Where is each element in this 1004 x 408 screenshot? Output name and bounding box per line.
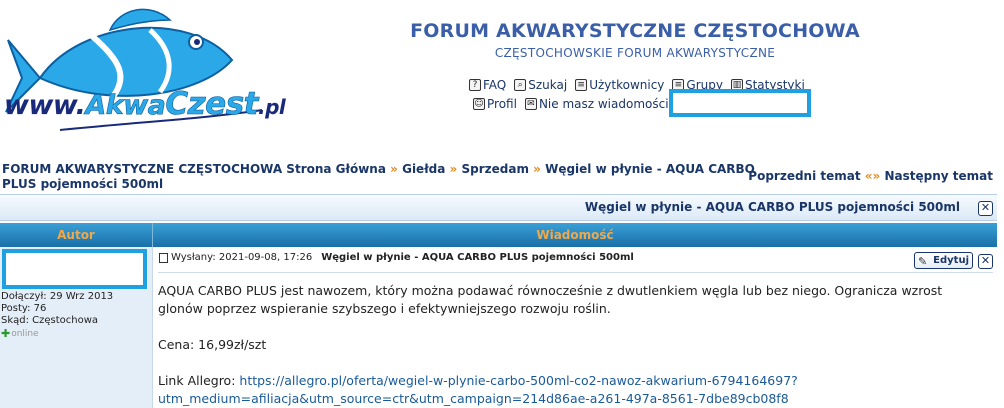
breadcrumb: FORUM AKWARYSTYCZNE CZĘSTOCHOWA Strona G…	[2, 162, 762, 192]
author-joined: Dołączył: 29 Wrz 2013	[1, 291, 114, 302]
next-topic-link[interactable]: Następny temat	[884, 169, 993, 183]
post-date: Wysłany: 2021-09-08, 17:26	[171, 252, 313, 263]
logo-pl: .pl	[257, 95, 286, 119]
post-table-header: Autor Wiadomość	[0, 223, 997, 247]
page-header: www.AkwaCzest.pl FORUM AKWARYSTYCZNE CZĘ…	[0, 0, 1004, 150]
nav-search-label: Szukaj	[528, 78, 568, 92]
online-icon: ✚	[1, 327, 11, 340]
list-icon: ≡	[575, 79, 588, 91]
nav-messages[interactable]: ✉ Nie masz wiadomości	[524, 97, 669, 111]
nav-row-user: ☺ Profil ✉ Nie masz wiadomości	[473, 97, 669, 111]
breadcrumb-separator: »	[533, 162, 541, 176]
question-icon: ?	[469, 79, 481, 91]
edit-button[interactable]: ✎ Edytuj	[914, 252, 973, 269]
message-icon: ✉	[524, 98, 537, 110]
post-divider	[158, 272, 993, 273]
site-title[interactable]: FORUM AKWARYSTYCZNE CZĘSTOCHOWA	[330, 20, 940, 42]
column-author: Autor	[0, 223, 153, 247]
nav-faq-label: FAQ	[483, 78, 507, 92]
post-header: Wysłany: 2021-09-08, 17:26 Węgiel w płyn…	[159, 252, 634, 263]
nav-users[interactable]: ≡ Użytkownicy	[575, 78, 664, 92]
breadcrumb-home[interactable]: FORUM AKWARYSTYCZNE CZĘSTOCHOWA Strona G…	[2, 162, 386, 176]
edit-button-label: Edytuj	[933, 255, 969, 266]
author-status: ✚ online	[1, 328, 113, 340]
site-logo[interactable]: www.AkwaCzest.pl	[0, 0, 286, 140]
breadcrumb-separator: »	[390, 162, 398, 176]
nav-users-label: Użytkownicy	[589, 78, 665, 92]
topic-title[interactable]: Węgiel w płynie - AQUA CARBO PLUS pojemn…	[585, 200, 960, 214]
author-location: Skąd: Częstochowa	[1, 315, 99, 326]
nav-search[interactable]: ⌕ Szukaj	[514, 78, 567, 92]
logo-czest: Czest	[165, 86, 259, 123]
post-content: AQUA CARBO PLUS jest nawozem, który możn…	[158, 282, 988, 408]
author-posts: Posty: 76	[1, 303, 47, 314]
nav-messages-label: Nie masz wiadomości	[538, 97, 669, 111]
topic-title-bar: Węgiel w płynie - AQUA CARBO PLUS pojemn…	[0, 194, 997, 221]
breadcrumb-sprzedam[interactable]: Sprzedam	[461, 162, 528, 176]
author-status-label: online	[11, 329, 39, 339]
logo-www: www.	[4, 90, 86, 121]
breadcrumb-gielda[interactable]: Giełda	[402, 162, 445, 176]
link-label: Link Allegro:	[158, 373, 240, 388]
nav-profile[interactable]: ☺ Profil	[473, 97, 517, 111]
pencil-icon: ✎	[918, 255, 928, 268]
delete-post-icon[interactable]: ✕	[978, 254, 993, 269]
post-price: Cena: 16,99zł/szt	[158, 337, 267, 352]
redacted-area	[669, 89, 811, 117]
profile-icon: ☺	[473, 98, 485, 110]
magnifier-icon: ⌕	[514, 79, 527, 91]
site-subtitle: CZĘSTOCHOWSKIE FORUM AKWARYSTYCZNE	[494, 46, 776, 60]
post-author-panel: Dołączył: 29 Wrz 2013 Posty: 76 Skąd: Cz…	[0, 247, 153, 408]
logo-akwa: Akwa	[85, 90, 166, 122]
post-document-icon[interactable]	[159, 252, 168, 263]
topic-nav-separator: «»	[864, 169, 881, 183]
close-icon[interactable]: ✕	[978, 201, 993, 216]
post-subject: Węgiel w płynie - AQUA CARBO PLUS pojemn…	[321, 252, 634, 263]
allegro-link[interactable]: https://allegro.pl/oferta/wegiel-w-plyni…	[158, 373, 798, 406]
author-info: Dołączył: 29 Wrz 2013 Posty: 76 Skąd: Cz…	[1, 291, 113, 340]
post-paragraph: AQUA CARBO PLUS jest nawozem, który możn…	[158, 283, 943, 316]
redacted-author-name	[2, 249, 147, 289]
post-link-line: Link Allegro: https://allegro.pl/oferta/…	[158, 372, 988, 408]
column-message: Wiadomość	[536, 228, 614, 242]
nav-faq[interactable]: ? FAQ	[469, 78, 506, 92]
breadcrumb-separator: »	[449, 162, 458, 176]
topic-navigation: Poprzedni temat «» Następny temat	[748, 169, 993, 183]
logo-text: www.AkwaCzest.pl	[4, 86, 286, 123]
nav-profile-label: Profil	[487, 97, 517, 111]
post-body: Wysłany: 2021-09-08, 17:26 Węgiel w płyn…	[154, 247, 997, 408]
prev-topic-link[interactable]: Poprzedni temat	[748, 169, 860, 183]
